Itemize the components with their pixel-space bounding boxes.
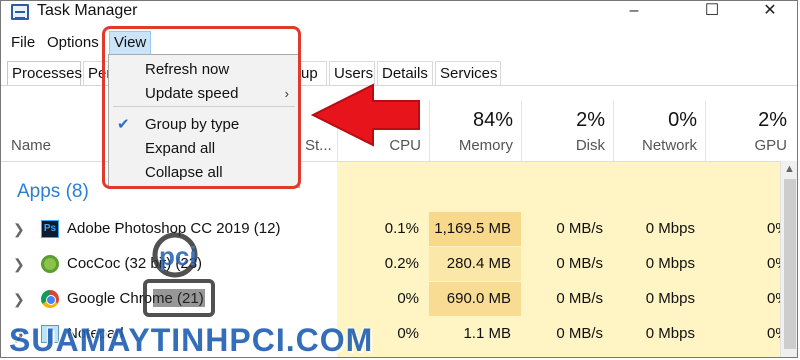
column-header-disk[interactable]: 2% Disk bbox=[521, 101, 613, 161]
svg-text:pci: pci bbox=[159, 241, 197, 271]
chrome-icon bbox=[41, 290, 59, 308]
process-gpu: 0% bbox=[767, 290, 789, 307]
process-memory: 690.0 MB bbox=[429, 282, 521, 316]
tab-services[interactable]: Services bbox=[435, 61, 501, 85]
disk-label: Disk bbox=[575, 137, 605, 154]
gpu-percent: 2% bbox=[758, 109, 787, 131]
network-label: Network bbox=[641, 137, 697, 154]
process-memory: 1,169.5 MB bbox=[429, 212, 521, 246]
tab-processes[interactable]: Processes bbox=[7, 61, 82, 85]
tab-users[interactable]: Users bbox=[329, 61, 375, 85]
photoshop-icon: Ps bbox=[41, 220, 59, 238]
pci-watermark-logo: pci bbox=[143, 232, 215, 317]
process-cpu: 0.1% bbox=[384, 220, 419, 237]
process-network: 0 Mbps bbox=[645, 255, 695, 272]
column-header-gpu[interactable]: 2% GPU bbox=[705, 101, 797, 161]
column-header-memory[interactable]: 84% Memory bbox=[429, 101, 521, 161]
vertical-scrollbar[interactable]: ▲ bbox=[780, 161, 797, 357]
expand-chevron-icon[interactable]: ❯ bbox=[13, 247, 25, 281]
watermark-text: SUAMAYTINHPCI.COM bbox=[9, 322, 374, 358]
network-percent: 0% bbox=[668, 109, 697, 131]
tab-startup[interactable]: up bbox=[297, 61, 327, 85]
disk-percent: 2% bbox=[576, 109, 605, 131]
annotation-arrow-icon bbox=[311, 83, 420, 147]
column-header-name[interactable]: Name bbox=[11, 137, 51, 154]
scrollbar-thumb[interactable] bbox=[784, 179, 796, 349]
process-memory: 280.4 MB bbox=[429, 247, 521, 281]
process-disk: 0 MB/s bbox=[556, 255, 603, 272]
menu-file[interactable]: File bbox=[7, 31, 39, 55]
process-network: 0 Mbps bbox=[645, 325, 695, 342]
minimize-button[interactable]: – bbox=[611, 1, 657, 23]
process-network: 0 Mbps bbox=[645, 290, 695, 307]
process-memory: 1.1 MB bbox=[463, 325, 511, 342]
maximize-button[interactable]: ☐ bbox=[689, 1, 735, 23]
coccoc-icon bbox=[41, 255, 59, 273]
process-disk: 0 MB/s bbox=[556, 220, 603, 237]
process-network: 0 Mbps bbox=[645, 220, 695, 237]
process-disk: 0 MB/s bbox=[556, 290, 603, 307]
window-title: Task Manager bbox=[37, 2, 138, 19]
gpu-label: GPU bbox=[754, 137, 787, 154]
task-manager-window: Task Manager – ☐ ✕ File Options View Pro… bbox=[0, 0, 798, 358]
process-gpu: 0% bbox=[767, 325, 789, 342]
close-button[interactable]: ✕ bbox=[747, 1, 793, 23]
expand-chevron-icon[interactable]: ❯ bbox=[13, 282, 25, 316]
expand-chevron-icon[interactable]: ❯ bbox=[13, 212, 25, 246]
process-gpu: 0% bbox=[767, 220, 789, 237]
memory-label: Memory bbox=[458, 137, 513, 154]
menu-options[interactable]: Options bbox=[43, 31, 103, 55]
scroll-up-icon[interactable]: ▲ bbox=[784, 163, 795, 175]
task-manager-icon bbox=[11, 4, 29, 20]
title-bar: Task Manager – ☐ ✕ bbox=[1, 1, 797, 25]
memory-percent: 84% bbox=[472, 109, 513, 131]
column-header-network[interactable]: 0% Network bbox=[613, 101, 705, 161]
process-gpu: 0% bbox=[767, 255, 789, 272]
process-cpu: 0.2% bbox=[384, 255, 419, 272]
tab-details[interactable]: Details bbox=[377, 61, 433, 85]
annotation-highlight-box bbox=[102, 26, 301, 189]
process-disk: 0 MB/s bbox=[556, 325, 603, 342]
apps-section-title: Apps (8) bbox=[17, 181, 89, 202]
process-cpu: 0% bbox=[397, 290, 419, 307]
